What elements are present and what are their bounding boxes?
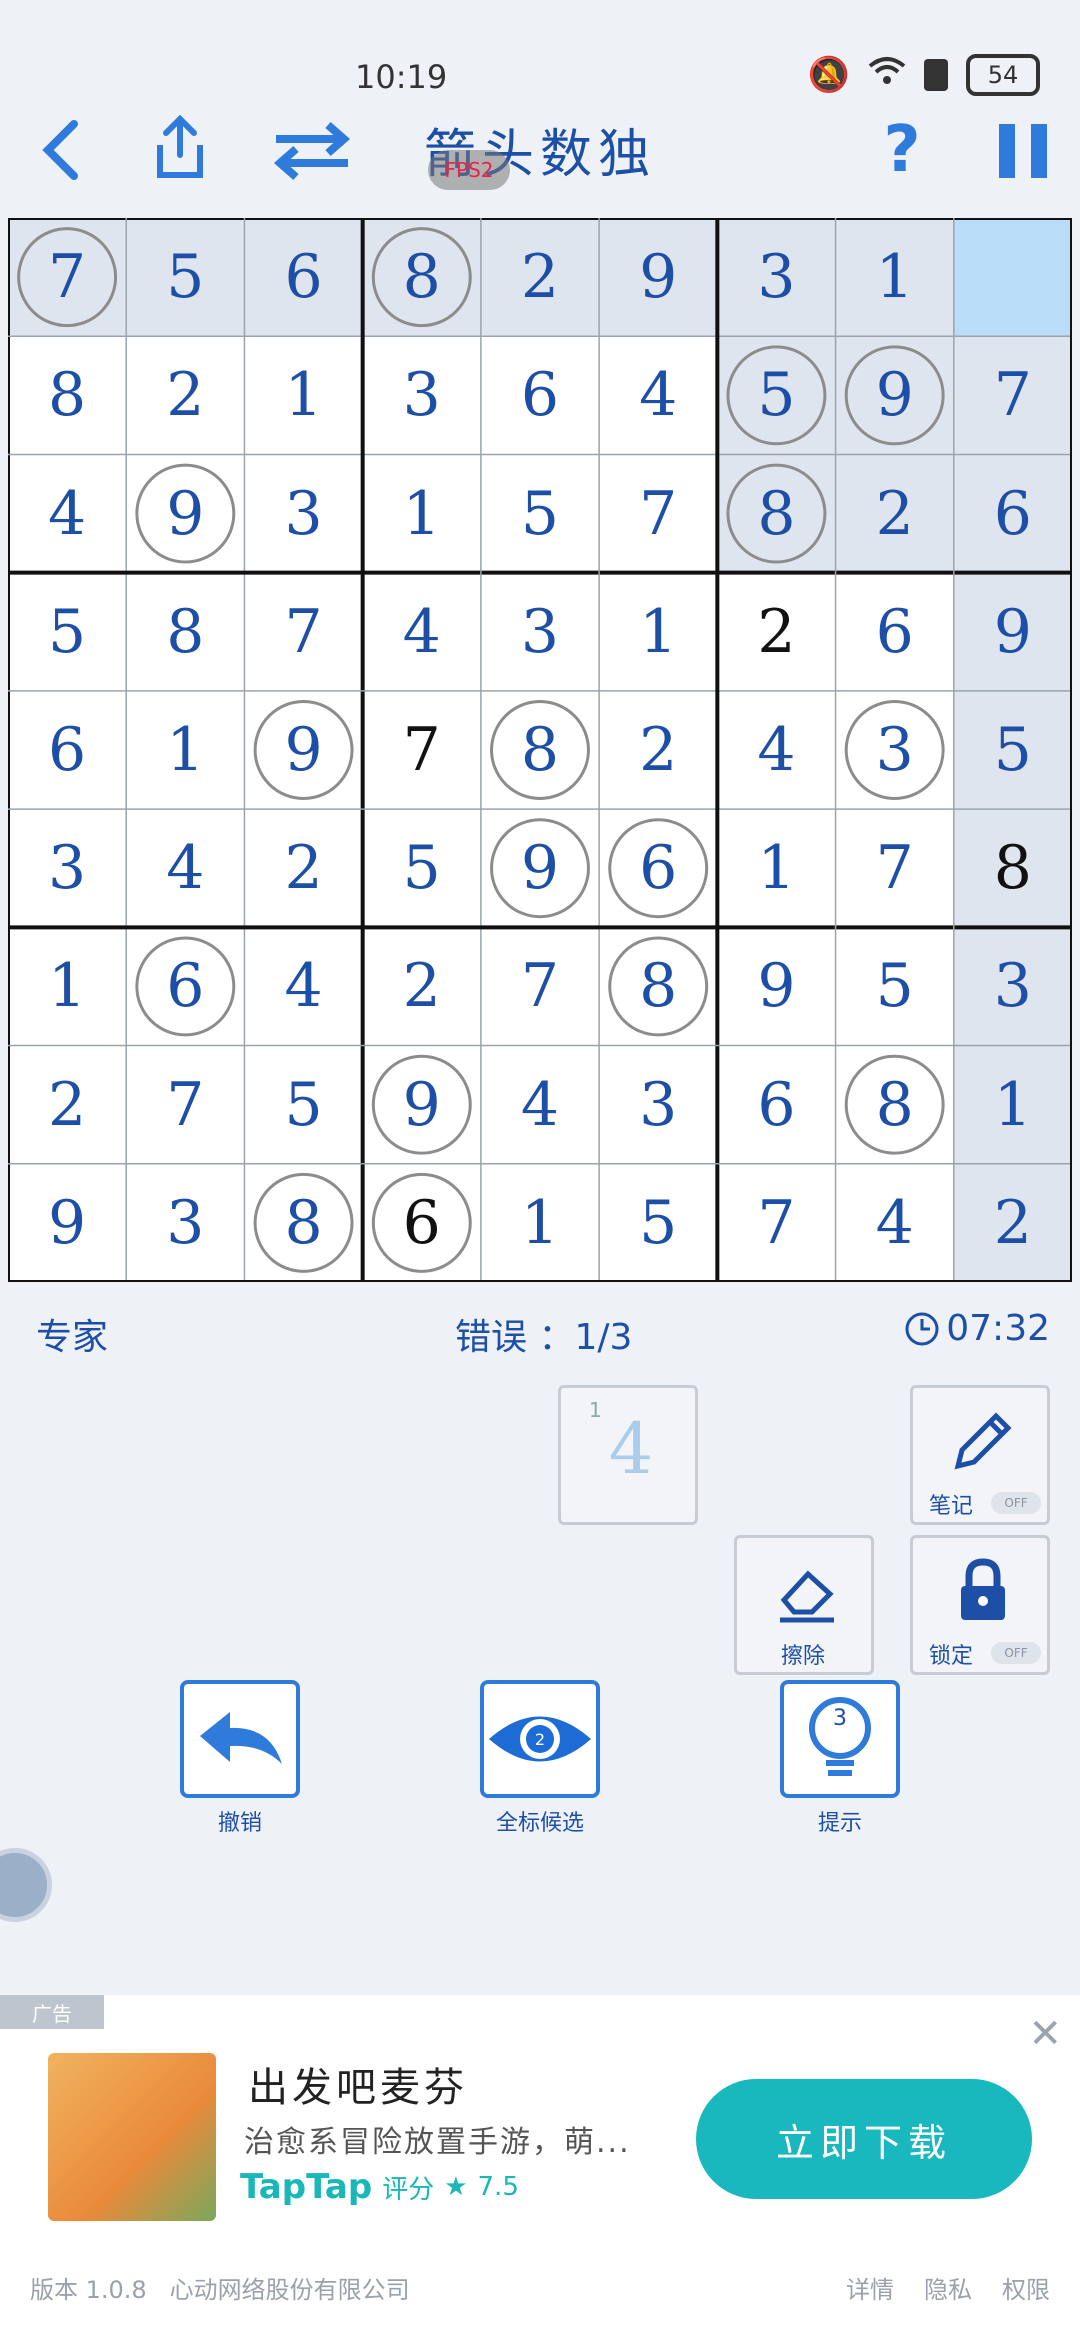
arrow-circle [726,345,827,446]
timer: 07:32 [904,1308,1050,1349]
arrow-circle [253,1172,354,1273]
errors-label: 错误 ：1/3 [455,1317,633,1358]
candidates-count: 2 [534,1729,546,1749]
mute-icon: 🔕 [807,55,850,95]
pause-icon [999,124,1047,178]
ad-rating-label: 评分 [382,2174,435,2205]
arrow-circle [844,1054,945,1155]
ad-tag: 广告 [0,1995,104,2029]
lock-toggle[interactable]: OFF [991,1642,1041,1664]
footer-company: 心动网络股份有限公司 [169,2276,410,2304]
undo-icon [200,1712,282,1764]
sim-icon [924,59,948,91]
ad-thumbnail[interactable] [48,2053,216,2221]
hint-count: 3 [833,1706,847,1731]
help-button[interactable]: ? [872,113,932,187]
footer-link-details[interactable]: 详情 [846,2270,894,2305]
sudoku-board: 7568293182136459749315782658743126961978… [8,218,1072,1282]
hint-label: 提示 [817,1811,862,1836]
candidates-button[interactable]: 2 [480,1680,600,1798]
arrow-circle [844,345,945,446]
ad-brand: TapTap 评分 ★ 7.5 [240,2167,519,2207]
lock-button[interactable]: 锁定 OFF [910,1535,1050,1675]
erase-button[interactable]: 擦除 [734,1535,874,1675]
arrow-circle [253,700,354,800]
ad-title: 出发吧麦芬 [248,2065,468,2111]
status-time: 10:19 [355,58,448,96]
eraser-icon [780,1570,834,1623]
battery-icon: 54 [966,54,1040,96]
undo-label: 撤销 [217,1811,262,1836]
timer-value: 07:32 [946,1308,1050,1349]
download-button[interactable]: 立即下载 [696,2079,1032,2199]
hint-button[interactable]: 3 [780,1680,900,1798]
star-icon: ★ [444,2172,468,2202]
undo-button[interactable] [180,1680,300,1798]
note-digit: 4 [608,1408,654,1490]
notes-toggle[interactable]: OFF [991,1492,1041,1514]
lock-icon [961,1558,1005,1620]
errors-value: 1/3 [574,1317,633,1358]
ad-rating-value: 7.5 [477,2172,519,2202]
arrow-circle [490,700,590,800]
lock-label: 锁定 [929,1644,974,1669]
footer-link-permissions[interactable]: 权限 [1002,2270,1050,2305]
ad-description: 治愈系冒险放置手游，萌... [244,2125,631,2160]
arrow-circle [608,936,709,1037]
status-icons: 🔕 54 [808,54,1040,96]
arrow-circle [371,1172,472,1273]
info-row: 专家 错误 ：1/3 07:32 [0,1300,1080,1360]
ad-close-icon[interactable]: ✕ [1028,2011,1062,2057]
note-preview: 1 4 [558,1385,698,1525]
footer-version: 版本 1.0.8 心动网络股份有限公司 [30,2276,410,2304]
arrow-circle [135,936,236,1037]
arrow-circle [490,818,590,919]
footer-link-privacy[interactable]: 隐私 [924,2270,972,2305]
arrow-circle [17,227,118,328]
arrow-circle [726,463,827,564]
pause-button[interactable] [995,120,1051,182]
arrow-circle [371,227,472,328]
floating-assistant-button[interactable] [0,1848,52,1922]
notes-button[interactable]: 笔记 OFF [910,1385,1050,1525]
arrow-circle [135,463,236,564]
clock-icon [905,1312,939,1345]
board-grid [8,218,1072,1282]
candidates-label: 全标候选 [495,1811,584,1836]
difficulty-label: 专家 [36,1317,109,1358]
erase-label: 擦除 [781,1644,826,1669]
wifi-icon [868,55,906,95]
notes-label: 笔记 [929,1494,974,1519]
fps-badge: FPS2 [428,150,510,190]
taptap-logo: TapTap [240,2167,373,2207]
question-icon: ? [883,113,921,187]
arrow-circle [844,700,945,800]
arrow-circle [371,1054,472,1155]
pencil-icon [954,1412,1012,1470]
arrow-circle [608,818,709,919]
